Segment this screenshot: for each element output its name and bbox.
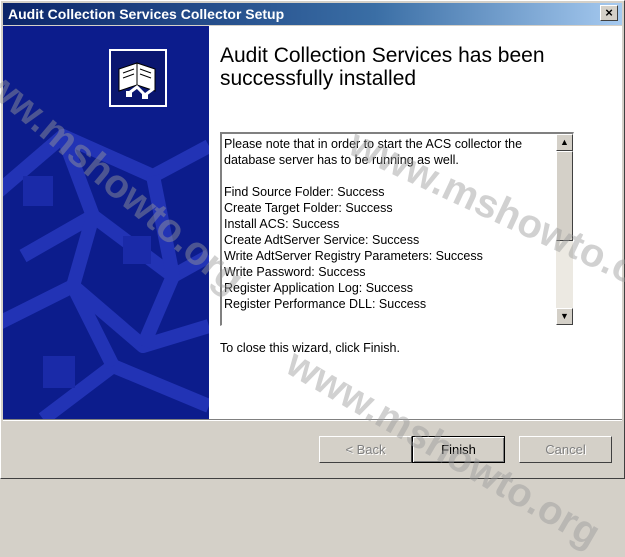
install-log-textbox[interactable]: Please note that in order to start the A…: [220, 132, 574, 326]
log-spacer: [224, 168, 554, 184]
log-item: Install ACS: Success: [224, 217, 340, 231]
window-title: Audit Collection Services Collector Setu…: [8, 6, 285, 22]
scroll-down-arrow-icon[interactable]: ▼: [556, 308, 573, 325]
page-title: Audit Collection Services has been succe…: [220, 44, 545, 90]
scroll-up-arrow-icon[interactable]: ▲: [556, 134, 573, 151]
finish-button[interactable]: Finish: [412, 436, 505, 463]
log-item: Write AdtServer Registry Parameters: Suc…: [224, 249, 483, 263]
close-button[interactable]: ×: [600, 5, 618, 21]
log-item: Write Password: Success: [224, 265, 366, 279]
wizard-side-banner: [3, 26, 209, 419]
log-item: Register Application Log: Success: [224, 281, 413, 295]
log-note-line: database server has to be running as wel…: [224, 153, 459, 167]
book-network-icon: [109, 49, 167, 107]
wizard-content: Audit Collection Services has been succe…: [209, 26, 622, 419]
install-log-text: Please note that in order to start the A…: [224, 136, 554, 312]
banner-graphic: [3, 129, 209, 419]
close-instruction: To close this wizard, click Finish.: [220, 341, 400, 355]
button-separator: [3, 419, 622, 421]
back-button[interactable]: < Back: [319, 436, 412, 463]
scrollbar-thumb[interactable]: [556, 151, 573, 241]
log-note-line: Please note that in order to start the A…: [224, 137, 523, 151]
log-scrollbar[interactable]: ▲ ▼: [556, 134, 573, 325]
cancel-button[interactable]: Cancel: [519, 436, 612, 463]
log-item: Register Performance DLL: Success: [224, 297, 427, 311]
title-bar[interactable]: Audit Collection Services Collector Setu…: [3, 3, 622, 25]
log-item: Create Target Folder: Success: [224, 201, 393, 215]
setup-window: Audit Collection Services Collector Setu…: [0, 0, 625, 556]
log-item: Create AdtServer Service: Success: [224, 233, 420, 247]
log-item: Find Source Folder: Success: [224, 185, 385, 199]
